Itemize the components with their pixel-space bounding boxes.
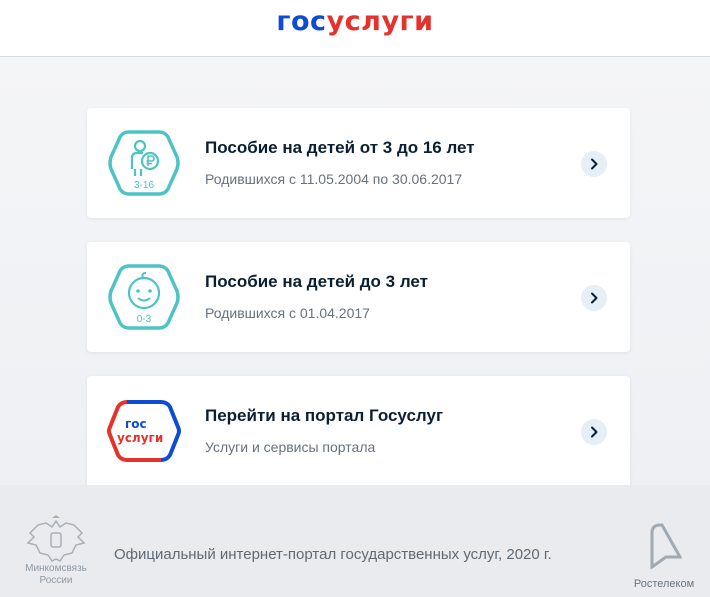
services-list: 3-16 Пособие на детей от 3 до 16 лет Род…: [0, 57, 710, 485]
chevron-right-icon[interactable]: [581, 419, 607, 445]
header: госуслуги: [0, 0, 710, 57]
child-ruble-icon: 3-16: [107, 126, 181, 200]
icon-uslugi-text: услуги: [117, 431, 163, 445]
card-benefit-0-3[interactable]: 0-3 Пособие на детей до 3 лет Родившихся…: [87, 242, 630, 352]
card-title: Пособие на детей до 3 лет: [205, 272, 428, 291]
age-range-label: 3-16: [134, 180, 154, 191]
rostelecom-label: Ростелеком: [633, 578, 695, 590]
chevron-right-icon[interactable]: [581, 151, 607, 177]
logo-uslugi-text: услуги: [326, 6, 434, 37]
card-subtitle: Услуги и сервисы портала: [205, 439, 376, 455]
card-benefit-3-16[interactable]: 3-16 Пособие на детей от 3 до 16 лет Род…: [87, 108, 630, 218]
card-title: Перейти на портал Госуслуг: [205, 406, 444, 425]
icon-gos-text: гос: [125, 417, 147, 431]
ministry-label: Минкомсвязь России: [25, 563, 87, 586]
rostelecom-logo-icon[interactable]: [646, 521, 683, 570]
card-title: Пособие на детей от 3 до 16 лет: [205, 138, 475, 157]
baby-face-icon: 0-3: [107, 260, 181, 334]
gosuslugi-logo[interactable]: госуслуги: [0, 6, 710, 37]
footer-copyright-text: Официальный интернет-портал государствен…: [114, 546, 552, 563]
chevron-right-icon[interactable]: [581, 285, 607, 311]
logo-gos-text: гос: [276, 6, 327, 37]
card-go-to-portal[interactable]: гос услуги Перейти на портал Госуслуг Ус…: [87, 376, 630, 485]
age-range-label: 0-3: [137, 314, 152, 325]
card-subtitle: Родившихся с 01.04.2017: [205, 305, 370, 321]
card-subtitle: Родившихся с 11.05.2004 по 30.06.2017: [205, 171, 463, 187]
footer: Минкомсвязь России Официальный интернет-…: [0, 485, 710, 597]
gosuslugi-logo-icon: гос услуги: [107, 394, 181, 468]
coat-of-arms-icon: [24, 515, 88, 565]
